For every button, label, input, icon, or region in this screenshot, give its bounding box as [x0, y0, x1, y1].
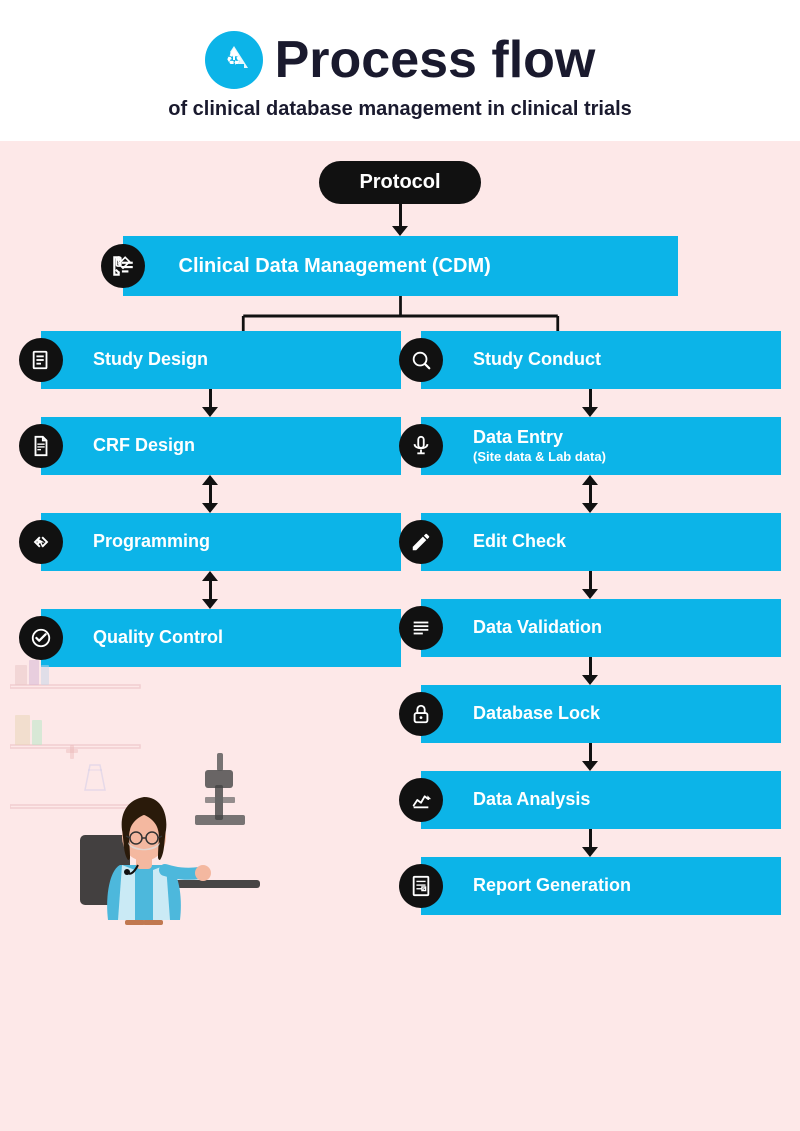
cdm-box: Clinical Data Management (CDM) [123, 236, 678, 296]
data-validation-wrapper: Data Validation [421, 599, 781, 657]
arrow-ec-dv [582, 571, 598, 599]
data-entry-icon [399, 424, 443, 468]
arrow-sd-crf [202, 389, 218, 417]
illustration [10, 605, 290, 925]
study-conduct-label: Study Conduct [473, 349, 601, 371]
data-validation-icon [399, 606, 443, 650]
data-entry-sublabel: (Site data & Lab data) [473, 449, 606, 465]
report-generation-icon [399, 864, 443, 908]
edit-check-wrapper: Edit Check [421, 513, 781, 571]
edit-check-box: Edit Check [421, 513, 781, 571]
database-lock-box: Database Lock [421, 685, 781, 743]
arrow-dl-da [582, 743, 598, 771]
arrow-dv-dl [582, 657, 598, 685]
data-entry-box: Data Entry (Site data & Lab data) [421, 417, 781, 475]
report-generation-wrapper: Report Generation [421, 857, 781, 915]
programming-wrapper: Programming [41, 513, 401, 571]
data-validation-box: Data Validation [421, 599, 781, 657]
programming-label: Programming [93, 531, 210, 553]
report-generation-label: Report Generation [473, 875, 631, 897]
svg-text:♻: ♻ [226, 49, 242, 69]
report-generation-box: Report Generation [421, 857, 781, 915]
cdm-icon [101, 244, 145, 288]
data-analysis-box: Data Analysis [421, 771, 781, 829]
study-conduct-wrapper: Study Conduct [421, 331, 781, 389]
arrow-crf-prog [202, 475, 218, 513]
protocol-box: Protocol [319, 161, 480, 204]
arrow-prog-qc [202, 571, 218, 609]
data-analysis-label: Data Analysis [473, 789, 590, 811]
edit-check-label: Edit Check [473, 531, 566, 553]
study-design-wrapper: Study Design [41, 331, 401, 389]
edit-check-icon [399, 520, 443, 564]
recycle-icon: ♻ [205, 31, 263, 89]
right-column: Study Conduct [400, 331, 770, 915]
study-design-icon [19, 338, 63, 382]
study-design-label: Study Design [93, 349, 208, 371]
crf-design-box: CRF Design [41, 417, 401, 475]
arrow-protocol-cdm [392, 204, 408, 236]
protocol-wrapper: Protocol [319, 161, 480, 204]
protocol-section: Protocol [30, 161, 770, 331]
arrow-da-rg [582, 829, 598, 857]
data-analysis-wrapper: Data Analysis [421, 771, 781, 829]
arrow-sc-de [582, 389, 598, 417]
data-entry-wrapper: Data Entry (Site data & Lab data) [421, 417, 781, 475]
page-subtitle: of clinical database management in clini… [20, 98, 780, 121]
title-row: ♻ Process flow [20, 30, 780, 90]
header-section: ♻ Process flow of clinical database mana… [0, 0, 800, 141]
data-analysis-icon [399, 778, 443, 822]
data-validation-label: Data Validation [473, 617, 602, 639]
database-lock-icon [399, 692, 443, 736]
programming-box: Programming [41, 513, 401, 571]
crf-design-icon [19, 424, 63, 468]
study-conduct-icon [399, 338, 443, 382]
database-lock-wrapper: Database Lock [421, 685, 781, 743]
cdm-wrapper: Clinical Data Management (CDM) [123, 236, 678, 296]
study-design-box: Study Design [41, 331, 401, 389]
data-entry-content: Data Entry (Site data & Lab data) [473, 427, 606, 464]
programming-icon [19, 520, 63, 564]
crf-design-wrapper: CRF Design [41, 417, 401, 475]
study-conduct-box: Study Conduct [421, 331, 781, 389]
cdm-label: Clinical Data Management (CDM) [179, 255, 491, 278]
page-title: Process flow [275, 30, 596, 90]
database-lock-label: Database Lock [473, 703, 600, 725]
branch-connector [123, 296, 678, 331]
data-entry-label: Data Entry [473, 427, 606, 449]
crf-design-label: CRF Design [93, 435, 195, 457]
arrow-de-ec [582, 475, 598, 513]
flow-container: Protocol [0, 141, 800, 945]
